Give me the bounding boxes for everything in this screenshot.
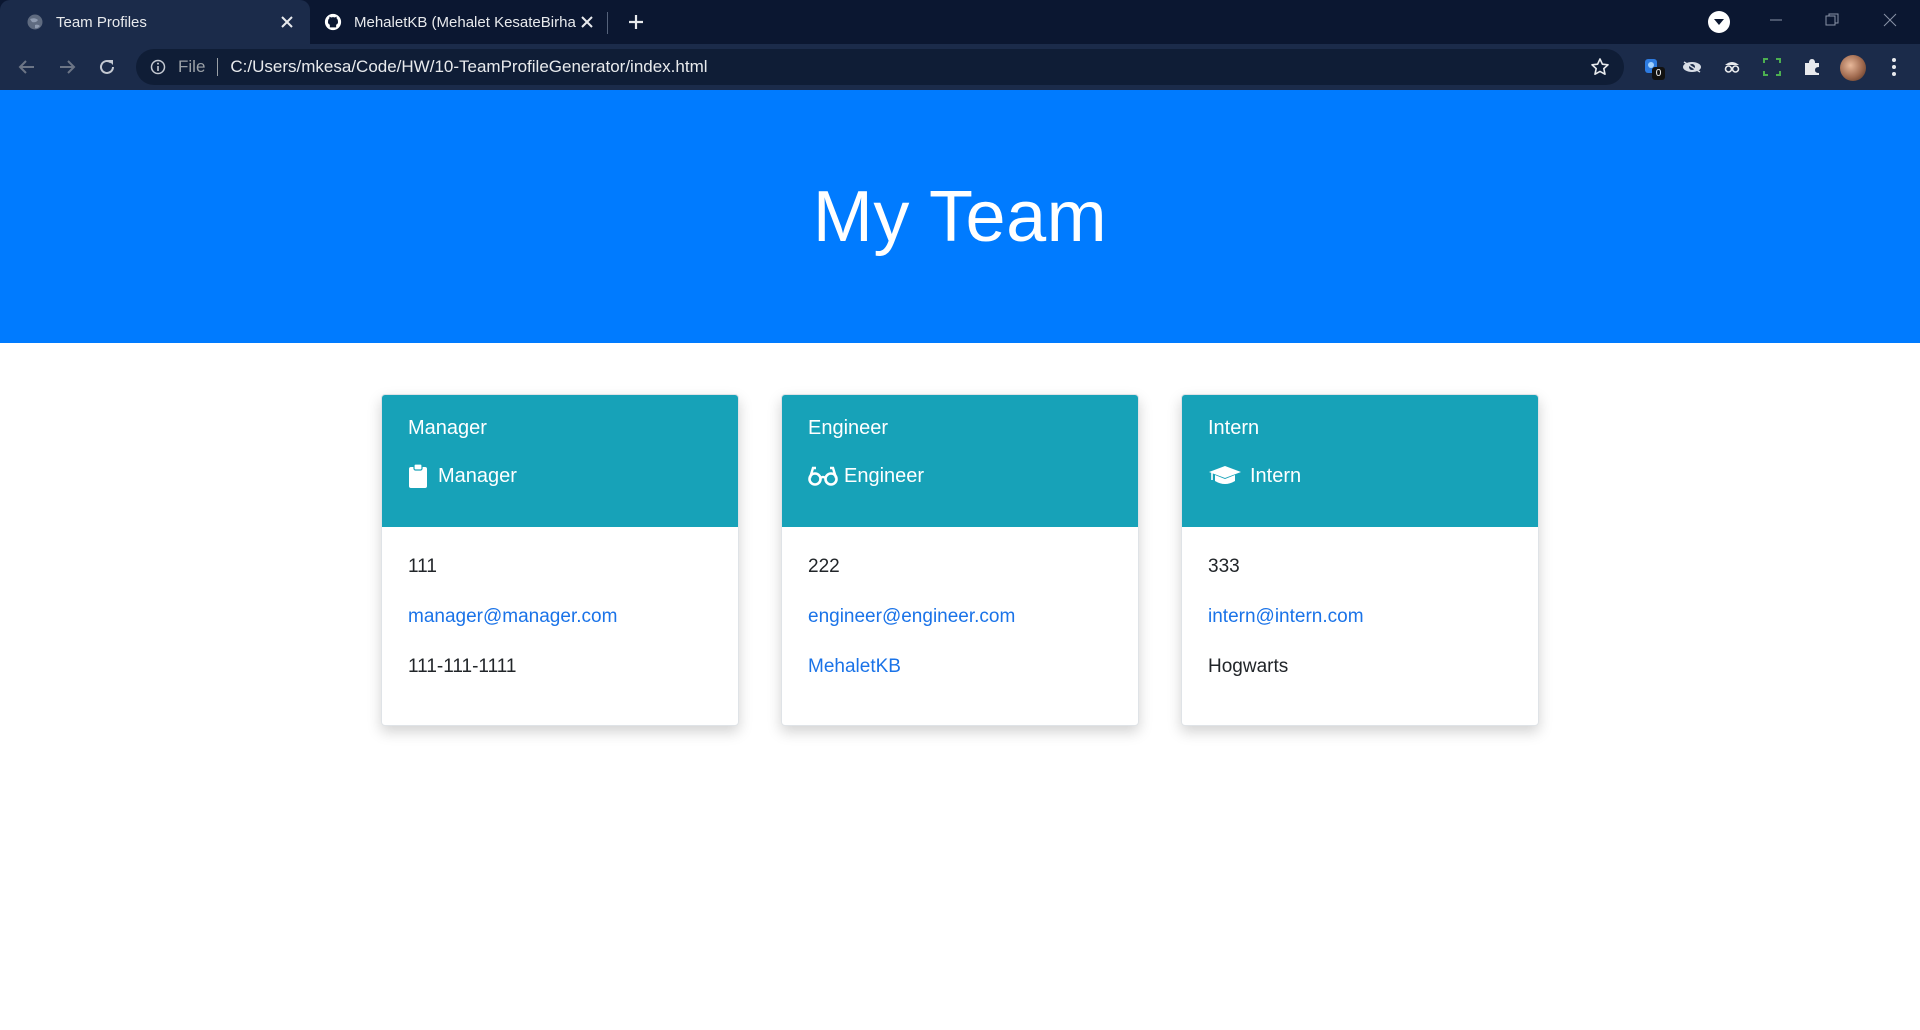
employee-role: Intern (1208, 462, 1512, 490)
employee-email-link[interactable]: engineer@engineer.com (808, 606, 1015, 627)
globe-icon (26, 13, 44, 31)
employee-id: 333 (1208, 556, 1240, 577)
employee-id: 111 (408, 556, 437, 577)
screenshot-extension-icon[interactable] (1760, 55, 1784, 79)
minimize-icon (1770, 19, 1782, 21)
page-viewport: My Team Manager Manager 111 manager@mana… (0, 90, 1920, 1030)
employee-role: Engineer (808, 462, 1112, 490)
employee-email-link[interactable]: intern@intern.com (1208, 606, 1364, 627)
header-banner: My Team (0, 90, 1920, 343)
employee-card-intern: Intern Intern 333 intern@intern.com Hogw… (1181, 394, 1539, 726)
site-info-icon[interactable] (148, 57, 168, 77)
employee-name: Engineer (808, 417, 889, 439)
new-tab-button[interactable] (624, 10, 648, 34)
arrow-right-icon (60, 60, 76, 74)
tab-title: MehaletKB (Mehalet KesateBirhan) (354, 13, 576, 31)
browser-toolbar: File C:/Users/mkesa/Code/HW/10-TeamProfi… (0, 44, 1920, 90)
employee-card-manager: Manager Manager 111 manager@manager.com … (381, 394, 739, 726)
tab-team-profiles[interactable]: Team Profiles (0, 0, 310, 44)
role-label: Manager (438, 464, 517, 487)
github-username-link[interactable]: MehaletKB (808, 656, 901, 677)
puzzle-extensions-icon[interactable] (1800, 55, 1824, 79)
graduation-cap-icon (1208, 462, 1246, 490)
tab-strip: Team Profiles MehaletKB (Mehalet KesateB… (0, 0, 1920, 44)
page-title: My Team (812, 176, 1108, 257)
close-icon (1883, 13, 1897, 27)
close-window-button[interactable] (1876, 8, 1904, 32)
employee-role: Manager (408, 462, 712, 490)
reload-icon (100, 59, 114, 74)
url-scheme: File (178, 57, 206, 76)
spy-extension-icon[interactable] (1720, 55, 1744, 79)
clipboard-icon (408, 462, 434, 490)
role-label: Engineer (844, 464, 925, 487)
address-divider (217, 58, 219, 76)
plus-icon (629, 15, 643, 29)
address-bar[interactable]: File C:/Users/mkesa/Code/HW/10-TeamProfi… (136, 49, 1624, 85)
employee-name: Manager (408, 417, 487, 439)
card-header: Manager Manager (382, 395, 738, 527)
tab-github-profile[interactable]: MehaletKB (Mehalet KesateBirhan) (310, 0, 610, 44)
eye-extension-icon[interactable] (1680, 55, 1704, 79)
employee-id: 222 (808, 556, 840, 577)
school-name: Hogwarts (1208, 656, 1289, 677)
tab-title: Team Profiles (56, 13, 147, 31)
bookmark-star-icon[interactable] (1588, 55, 1612, 79)
github-icon (324, 13, 342, 31)
close-tab-icon[interactable] (576, 11, 598, 33)
office-number: 111-111-1111 (408, 656, 517, 677)
employee-email-link[interactable]: manager@manager.com (408, 606, 617, 627)
menu-kebab-icon[interactable] (1882, 55, 1906, 79)
card-body: 333 intern@intern.com Hogwarts (1182, 527, 1538, 705)
reload-button[interactable] (93, 53, 121, 81)
employee-name: Intern (1208, 417, 1260, 439)
tab-divider (607, 12, 608, 34)
close-tab-icon[interactable] (276, 11, 298, 33)
card-body: 222 engineer@engineer.com MehaletKB (782, 527, 1138, 705)
extension-badge: 0 (1652, 67, 1665, 80)
arrow-left-icon (18, 60, 34, 74)
url-text[interactable]: C:/Users/mkesa/Code/HW/10-TeamProfileGen… (230, 57, 1588, 77)
extension-counter-icon[interactable]: 0 (1640, 55, 1665, 80)
card-body: 111 manager@manager.com 111-111-1111 (382, 527, 738, 705)
back-button[interactable] (13, 53, 41, 81)
chevron-down-icon (1714, 19, 1724, 25)
profile-avatar[interactable] (1840, 55, 1866, 81)
restore-button[interactable] (1818, 8, 1846, 32)
card-header: Engineer Engineer (782, 395, 1138, 527)
employee-card-engineer: Engineer Engineer 222 engineer@engineer.… (781, 394, 1139, 726)
glasses-icon (808, 462, 840, 490)
role-label: Intern (1250, 464, 1302, 487)
restore-icon (1825, 13, 1839, 26)
minimize-button[interactable] (1762, 8, 1790, 32)
card-header: Intern Intern (1182, 395, 1538, 527)
forward-button[interactable] (53, 53, 81, 81)
tab-search-button[interactable] (1708, 11, 1730, 33)
